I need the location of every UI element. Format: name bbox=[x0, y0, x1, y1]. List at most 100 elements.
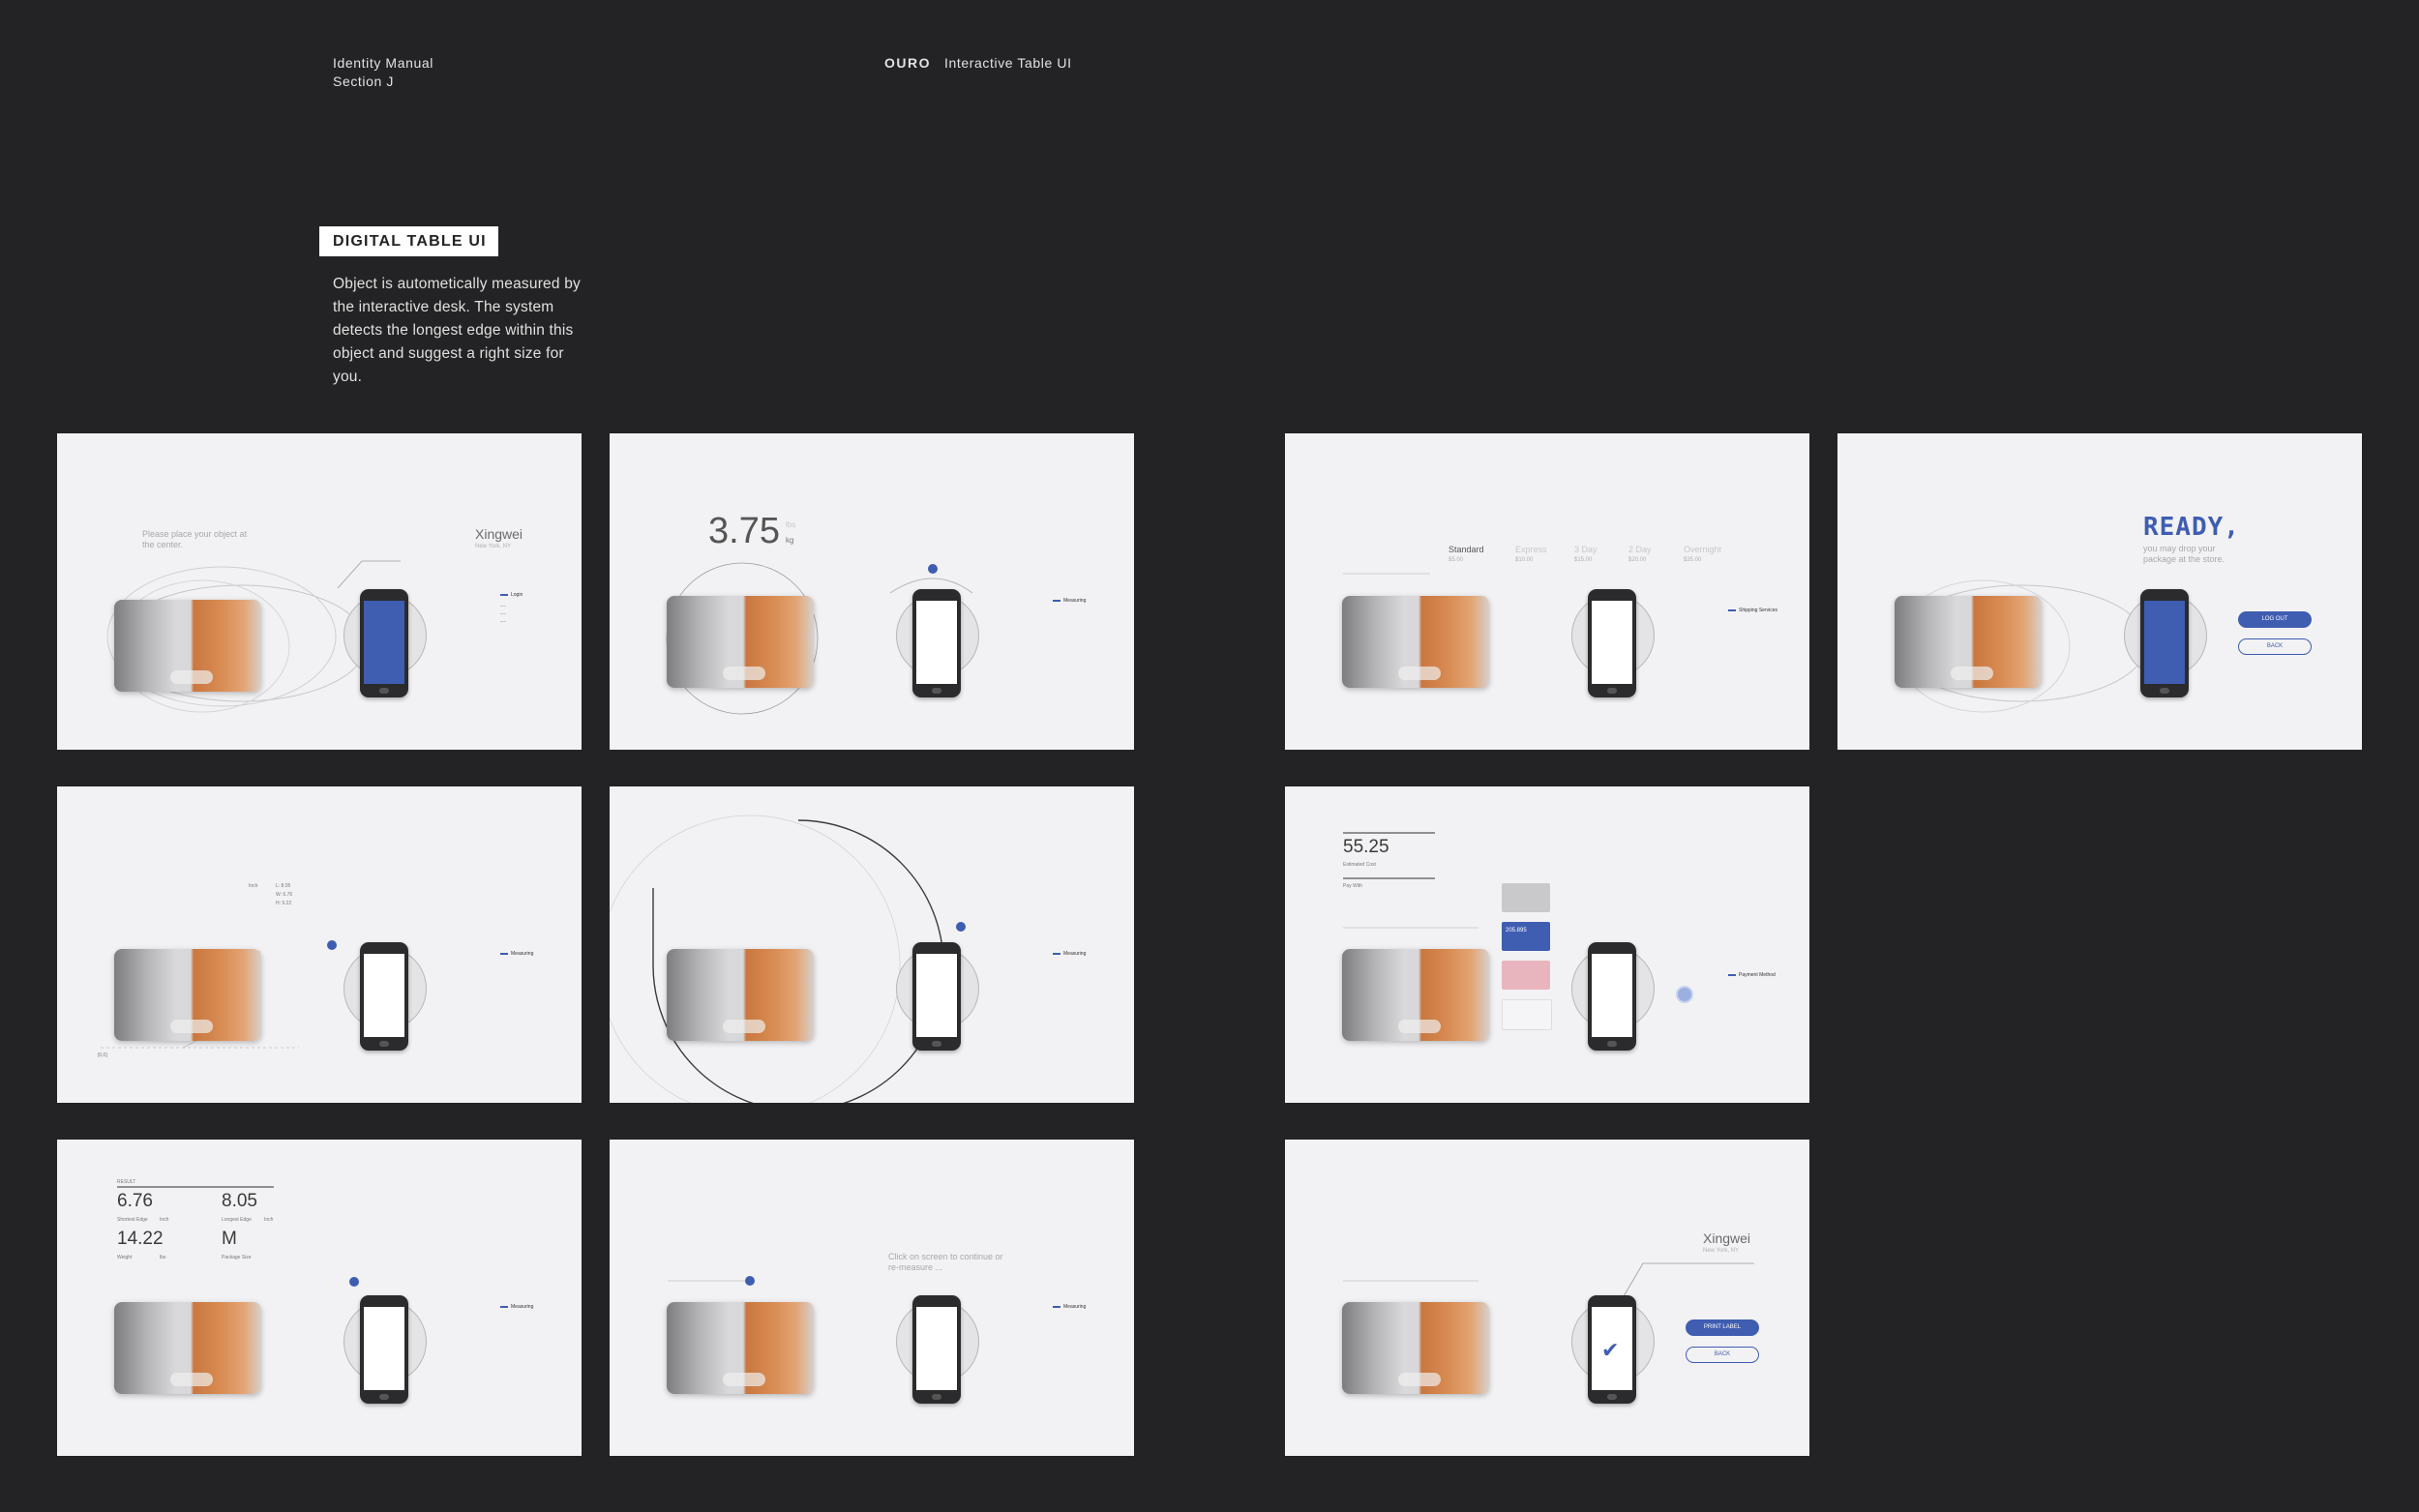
card-option[interactable] bbox=[1502, 961, 1550, 990]
panel-confirm[interactable]: Click on screen to continue or re-measur… bbox=[610, 1140, 1134, 1456]
side-menu[interactable]: Payment Method bbox=[1728, 972, 1776, 978]
side-menu[interactable]: Measuring bbox=[500, 1304, 533, 1310]
shipping-price-standard: $5.00 bbox=[1448, 557, 1464, 563]
weight-dial bbox=[666, 562, 973, 715]
phone-device[interactable] bbox=[360, 942, 408, 1051]
measured-object bbox=[1342, 596, 1489, 688]
side-menu[interactable]: Measuring bbox=[1053, 598, 1086, 604]
phone-screen[interactable] bbox=[1592, 954, 1632, 1037]
shipping-option-standard[interactable]: Standard bbox=[1448, 545, 1484, 555]
shipping-option-2day[interactable]: 2 Day bbox=[1628, 545, 1652, 555]
measured-object bbox=[114, 600, 261, 692]
total-amount: 55.25 bbox=[1343, 837, 1389, 857]
menu-dash bbox=[500, 606, 506, 607]
menu-item-measuring[interactable]: Measuring bbox=[1063, 598, 1086, 604]
panel-weight[interactable]: 3.75 kg lbs Measuring bbox=[610, 433, 1134, 750]
phone-screen[interactable] bbox=[2144, 601, 2185, 684]
panel-place-object[interactable]: Please place your object at the center. … bbox=[57, 433, 582, 750]
menu-item-measuring[interactable]: Measuring bbox=[511, 1304, 533, 1310]
menu-item-measuring[interactable]: Measuring bbox=[1063, 1304, 1086, 1310]
progress-dot[interactable] bbox=[349, 1277, 359, 1287]
weight-unit-alt[interactable]: lbs bbox=[786, 520, 795, 529]
menu-item-shipping[interactable]: Shipping Services bbox=[1739, 608, 1777, 613]
dimension-lines bbox=[101, 950, 299, 1049]
phone-screen[interactable] bbox=[916, 601, 957, 684]
side-menu[interactable]: Measuring bbox=[500, 951, 533, 957]
result-label: RESULT bbox=[117, 1179, 136, 1185]
shipping-option-3day[interactable]: 3 Day bbox=[1574, 545, 1598, 555]
menu-item-measuring[interactable]: Measuring bbox=[511, 951, 533, 957]
menu-marker bbox=[1728, 973, 1736, 976]
phone-device[interactable]: ✔ bbox=[1588, 1295, 1636, 1404]
user-name: Xingwei bbox=[1703, 1230, 1751, 1246]
phone-screen[interactable]: ✔ bbox=[1592, 1307, 1632, 1390]
progress-dot[interactable] bbox=[327, 940, 337, 950]
measured-object bbox=[1895, 596, 2042, 688]
progress-dot[interactable] bbox=[956, 922, 966, 932]
panel-payment[interactable]: 55.25 Estimated Cost Pay With 205.895 Pa… bbox=[1285, 786, 1809, 1103]
package-size-value: M bbox=[222, 1229, 237, 1249]
measured-object bbox=[114, 949, 261, 1041]
phone-device[interactable] bbox=[912, 942, 961, 1051]
home-button[interactable] bbox=[2160, 688, 2169, 694]
home-button[interactable] bbox=[1607, 688, 1617, 694]
panel-done[interactable]: Xingwei New York, NY ✔ PRINT LABEL BACK bbox=[1285, 1140, 1809, 1456]
progress-dot[interactable] bbox=[745, 1276, 755, 1286]
phone-device[interactable] bbox=[2140, 589, 2189, 697]
result-lines bbox=[117, 1186, 274, 1188]
confirm-dot[interactable] bbox=[1676, 986, 1693, 1003]
home-button[interactable] bbox=[932, 1041, 941, 1047]
back-button[interactable]: BACK bbox=[1686, 1347, 1759, 1363]
card-number: 205.895 bbox=[1506, 928, 1527, 934]
home-button[interactable] bbox=[1607, 1041, 1617, 1047]
card-option[interactable] bbox=[1502, 999, 1552, 1030]
phone-device[interactable] bbox=[360, 589, 408, 697]
menu-marker bbox=[500, 1305, 508, 1308]
progress-track bbox=[1343, 1262, 1754, 1297]
progress-dot[interactable] bbox=[928, 564, 938, 574]
weight-unit: kg bbox=[786, 536, 794, 545]
card-option-selected[interactable]: 205.895 bbox=[1502, 922, 1550, 951]
menu-item-login[interactable]: Login bbox=[511, 592, 523, 598]
home-button[interactable] bbox=[379, 1041, 389, 1047]
phone-device[interactable] bbox=[1588, 589, 1636, 697]
menu-item-measuring[interactable]: Measuring bbox=[1063, 951, 1086, 957]
side-menu[interactable]: Measuring bbox=[1053, 951, 1086, 957]
phone-screen[interactable] bbox=[364, 954, 404, 1037]
panel-dimensions[interactable]: Inch L: 8.05 W: 6.76 H: 9.22 [0,0] Measu… bbox=[57, 786, 582, 1103]
panel-ready[interactable]: READY, you may drop your package at the … bbox=[1837, 433, 2362, 750]
side-menu[interactable]: Login bbox=[500, 592, 523, 598]
package-size-label: Package Size bbox=[222, 1255, 252, 1260]
pay-with-label: Pay With bbox=[1343, 883, 1363, 889]
phone-device[interactable] bbox=[360, 1295, 408, 1404]
side-menu[interactable]: Shipping Services bbox=[1728, 608, 1777, 613]
phone-device[interactable] bbox=[912, 589, 961, 697]
logout-button[interactable]: LOG OUT bbox=[2238, 611, 2312, 628]
panel-result[interactable]: RESULT 6.76 Shortest Edge Inch 8.05 Long… bbox=[57, 1140, 582, 1456]
home-button[interactable] bbox=[932, 1394, 941, 1400]
card-option[interactable] bbox=[1502, 883, 1550, 912]
menu-item-payment[interactable]: Payment Method bbox=[1739, 972, 1776, 978]
phone-screen[interactable] bbox=[364, 1307, 404, 1390]
back-button[interactable]: BACK bbox=[2238, 638, 2312, 655]
home-button[interactable] bbox=[379, 1394, 389, 1400]
home-button[interactable] bbox=[379, 688, 389, 694]
home-button[interactable] bbox=[1607, 1394, 1617, 1400]
side-menu[interactable]: Measuring bbox=[1053, 1304, 1086, 1310]
phone-screen[interactable] bbox=[916, 1307, 957, 1390]
print-label-button[interactable]: PRINT LABEL bbox=[1686, 1319, 1759, 1336]
phone-screen[interactable] bbox=[364, 601, 404, 684]
measured-object bbox=[667, 596, 814, 688]
panel-scan[interactable]: Measuring bbox=[610, 786, 1134, 1103]
section-tag: DIGITAL TABLE UI bbox=[319, 226, 498, 256]
home-button[interactable] bbox=[932, 688, 941, 694]
phone-screen[interactable] bbox=[916, 954, 957, 1037]
dimension-height: H: 9.22 bbox=[276, 901, 292, 906]
shipping-option-express[interactable]: Express bbox=[1515, 545, 1547, 555]
measured-object bbox=[114, 1302, 261, 1394]
shipping-option-overnight[interactable]: Overnight bbox=[1684, 545, 1721, 555]
panel-shipping[interactable]: Standard $5.00 Express $10.00 3 Day $15.… bbox=[1285, 433, 1809, 750]
phone-device[interactable] bbox=[1588, 942, 1636, 1051]
phone-screen[interactable] bbox=[1592, 601, 1632, 684]
phone-device[interactable] bbox=[912, 1295, 961, 1404]
